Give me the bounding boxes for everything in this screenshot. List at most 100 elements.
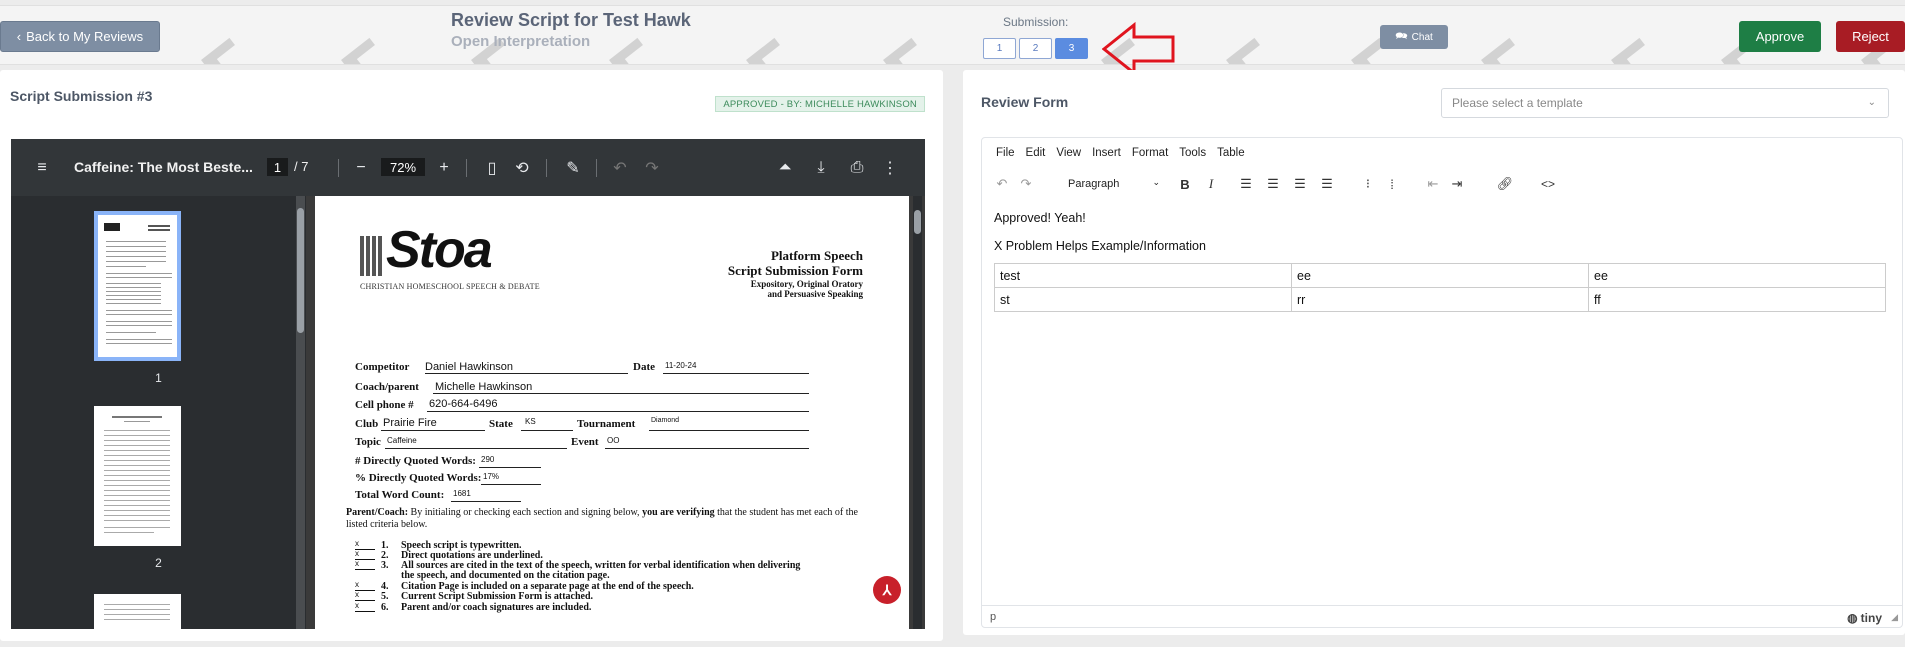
- quoted-words-value: 290: [481, 455, 495, 464]
- source-code-icon[interactable]: <>: [1539, 170, 1557, 198]
- resize-handle-icon[interactable]: ◢: [1891, 612, 1898, 623]
- thumbnail-label: 1: [155, 371, 162, 385]
- menu-edit[interactable]: Edit: [1026, 147, 1046, 159]
- form-line: [649, 430, 809, 431]
- editor-paragraph: Approved! Yeah!: [994, 211, 1086, 225]
- drive-save-icon[interactable]: ⏶: [775, 139, 795, 196]
- page-number-input[interactable]: 1: [267, 158, 288, 176]
- form-line: [385, 448, 567, 449]
- pdf-document-title: Caffeine: The Most Beste...: [74, 159, 253, 175]
- watermark-icon: [745, 38, 781, 64]
- align-left-icon[interactable]: ☰: [1238, 170, 1254, 198]
- table-cell[interactable]: ff: [1588, 287, 1886, 312]
- chat-icon: 🗪: [1395, 30, 1408, 42]
- date-label: Date: [633, 361, 655, 373]
- topic-label: Topic: [355, 436, 381, 448]
- editor-table[interactable]: test ee ee st rr ff: [994, 263, 1886, 312]
- adobe-pdf-icon[interactable]: ⅄: [873, 576, 901, 604]
- indent-icon[interactable]: ⇥: [1449, 170, 1465, 198]
- align-center-icon[interactable]: ☰: [1265, 170, 1281, 198]
- toolbar-divider: [338, 159, 339, 177]
- draw-icon[interactable]: ✎: [564, 139, 582, 196]
- link-icon[interactable]: 🔗︎: [1497, 170, 1514, 198]
- review-form-title: Review Form: [981, 94, 1069, 110]
- menu-format[interactable]: Format: [1132, 147, 1168, 159]
- outdent-icon[interactable]: ⇤: [1425, 170, 1441, 198]
- toolbar-divider: [546, 159, 547, 177]
- fit-page-icon[interactable]: ▯: [483, 139, 501, 196]
- chevron-left-icon: ‹: [16, 29, 22, 44]
- state-value: KS: [525, 417, 536, 426]
- form-line: [521, 430, 573, 431]
- pdf-toolbar: ≡ Caffeine: The Most Beste... 1 / 7 − 72…: [11, 139, 925, 196]
- back-to-reviews-button[interactable]: ‹ Back to My Reviews: [0, 21, 160, 52]
- undo-icon[interactable]: ↶: [994, 170, 1010, 198]
- numbered-list-icon[interactable]: ⁞: [1384, 170, 1400, 198]
- tiny-logo[interactable]: ◍ tiny: [1847, 611, 1882, 625]
- submission-button-2[interactable]: 2: [1019, 38, 1052, 59]
- bold-icon[interactable]: B: [1178, 170, 1192, 198]
- undo-icon[interactable]: ↶: [612, 139, 628, 196]
- menu-file[interactable]: File: [996, 147, 1015, 159]
- download-icon[interactable]: ⤓: [811, 139, 831, 196]
- word-count-label: Total Word Count:: [355, 489, 445, 501]
- approve-button[interactable]: Approve: [1739, 21, 1821, 52]
- template-select[interactable]: Please select a template ⌄: [1441, 88, 1889, 118]
- form-line: [479, 467, 541, 468]
- table-cell[interactable]: ee: [1291, 263, 1589, 288]
- more-options-icon[interactable]: ⋮: [882, 139, 898, 196]
- criteria-item: x 5. Current Script Submission Form is att…: [355, 590, 594, 602]
- table-cell[interactable]: st: [994, 287, 1292, 312]
- thumbnail-label: 2: [155, 556, 162, 570]
- menu-table[interactable]: Table: [1217, 147, 1245, 159]
- criteria-item: x 6. Parent and/or coach signatures are in…: [355, 601, 592, 613]
- menu-icon[interactable]: ≡: [31, 139, 53, 196]
- top-bar: [0, 5, 1905, 65]
- zoom-out-icon[interactable]: −: [353, 139, 369, 196]
- submission-button-1[interactable]: 1: [983, 38, 1016, 59]
- align-right-icon[interactable]: ☰: [1292, 170, 1308, 198]
- club-label: Club: [355, 418, 379, 430]
- thumbnail-scrollbar[interactable]: [296, 196, 305, 629]
- tournament-value: Diamond: [651, 417, 680, 424]
- table-cell[interactable]: test: [994, 263, 1292, 288]
- zoom-in-icon[interactable]: +: [436, 139, 452, 196]
- chat-button[interactable]: 🗪 Chat: [1380, 25, 1448, 49]
- watermark-icon: [1610, 38, 1646, 64]
- align-justify-icon[interactable]: ☰: [1319, 170, 1335, 198]
- topic-value: Caffeine: [387, 436, 417, 445]
- editor-content[interactable]: Approved! Yeah! X Problem Helps Example/…: [982, 201, 1902, 596]
- rich-text-editor: File Edit View Insert Format Tools Table…: [981, 137, 1903, 628]
- editor-menubar: File Edit View Insert Format Tools Table: [982, 138, 1902, 168]
- italic-icon[interactable]: I: [1204, 170, 1218, 198]
- page-thumbnail-2[interactable]: [94, 406, 181, 546]
- date-value: 11-20-24: [665, 361, 697, 370]
- page-thumbnail-1[interactable]: [94, 211, 181, 361]
- table-cell[interactable]: ee: [1588, 263, 1886, 288]
- stoa-logo: Stoa: [360, 224, 493, 276]
- form-line: [427, 411, 809, 412]
- cell-label: Cell phone #: [355, 399, 414, 411]
- watermark-icon: [200, 38, 236, 64]
- redo-icon[interactable]: ↷: [644, 139, 660, 196]
- submission-button-3[interactable]: 3: [1055, 38, 1088, 59]
- word-count-value: 1681: [453, 489, 471, 498]
- bullet-list-icon[interactable]: ⁝: [1360, 170, 1376, 198]
- page-scrollbar[interactable]: [913, 196, 922, 629]
- menu-insert[interactable]: Insert: [1092, 147, 1121, 159]
- menu-view[interactable]: View: [1056, 147, 1081, 159]
- redo-icon[interactable]: ↷: [1018, 170, 1034, 198]
- menu-tools[interactable]: Tools: [1179, 147, 1206, 159]
- form-line: [481, 484, 541, 485]
- quoted-pct-value: 17%: [483, 472, 500, 481]
- form-line: [605, 448, 809, 449]
- element-path[interactable]: p: [990, 611, 996, 623]
- rotate-icon[interactable]: ⟲: [513, 139, 531, 196]
- table-cell[interactable]: rr: [1291, 287, 1589, 312]
- print-icon[interactable]: ⎙: [847, 139, 867, 196]
- watermark-icon: [882, 38, 918, 64]
- reject-button[interactable]: Reject: [1836, 21, 1905, 52]
- block-format-select[interactable]: Paragraph ⌄: [1064, 174, 1164, 194]
- zoom-input[interactable]: 72%: [381, 158, 425, 176]
- page-thumbnail-3[interactable]: [94, 594, 181, 629]
